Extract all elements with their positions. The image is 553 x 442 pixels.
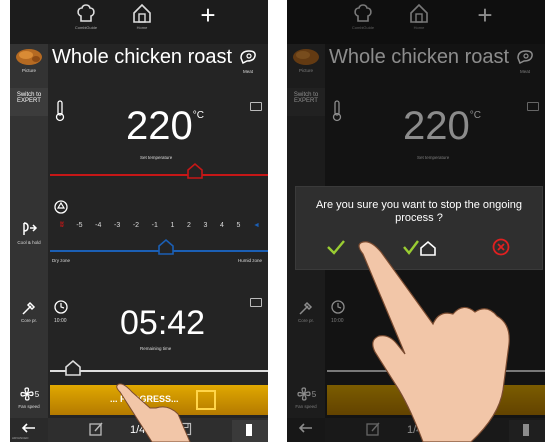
drop-icon <box>54 200 68 214</box>
oven-screen-confirm: CombiGuide Home + Picture Switch to EXPE… <box>287 0 545 442</box>
chef-hat-icon <box>77 4 95 22</box>
scale-tick: -1 <box>151 222 158 229</box>
fan-speed-button[interactable]: 5 Fan speed <box>10 386 48 416</box>
home-label: Home <box>136 25 148 30</box>
timer-slider-handle[interactable] <box>64 359 82 377</box>
dialog-message: Are you sure you want to stop the ongoin… <box>315 199 523 224</box>
scale-tick: -2 <box>132 222 140 229</box>
bookmark-icon <box>246 424 252 436</box>
home-icon <box>133 3 151 23</box>
humid-icon: ◄ <box>252 222 260 229</box>
fan-icon <box>20 387 34 401</box>
dry-icon: ʬ <box>60 222 64 229</box>
fan-speed-label: Fan speed <box>18 404 40 409</box>
home-button[interactable]: Home <box>122 2 162 42</box>
add-button[interactable]: + <box>188 2 228 42</box>
meat-label: Meat <box>242 69 253 74</box>
scale-tick: -3 <box>114 222 121 229</box>
fan-speed-value: 5 <box>34 389 40 399</box>
picture-label: Picture <box>21 68 36 73</box>
keyboard-icon[interactable] <box>250 298 262 307</box>
thermometer-icon <box>55 100 65 122</box>
scale-tick: 5 <box>236 222 241 229</box>
start-time: 10:00 <box>54 318 67 324</box>
humidity-scale: ʬ -5 -4 -3 -2 -1 1 2 3 4 5 ◄ <box>60 222 260 229</box>
meat-button[interactable]: Meat <box>232 48 264 88</box>
hand-pointer-icon <box>116 383 191 442</box>
temperature-slider-track[interactable] <box>50 174 268 176</box>
bookmark-button[interactable] <box>232 420 268 442</box>
clock-icon <box>54 300 68 314</box>
hand-pointer-icon <box>358 241 510 442</box>
scale-tick: -4 <box>95 222 102 229</box>
edit-icon[interactable] <box>88 421 104 437</box>
top-nav: CombiGuide Home + <box>10 0 268 44</box>
recipe-title: Whole chicken roast <box>52 46 233 68</box>
picture-button[interactable]: Picture <box>10 46 48 82</box>
scale-tick: 4 <box>219 222 224 229</box>
combi-guide-button[interactable]: CombiGuide <box>66 2 106 42</box>
scale-tick: 1 <box>170 222 175 229</box>
timer-value[interactable]: 05:42 <box>120 304 205 343</box>
switch-expert-label: Switch to EXPERT <box>16 92 42 104</box>
core-probe-button[interactable]: Core pr. <box>10 300 48 330</box>
temperature-unit: °C <box>192 110 204 121</box>
scale-tick: 2 <box>186 222 191 229</box>
cool-hold-icon <box>23 222 38 235</box>
dry-zone-label: Dry zone <box>52 258 71 263</box>
oven-screen-main: CombiGuide Home + Picture Switch to EXPE… <box>10 0 268 442</box>
humidity-slider-handle[interactable] <box>157 238 175 256</box>
back-button[interactable]: ADVANCED <box>10 418 48 442</box>
scale-tick: -5 <box>76 222 83 229</box>
meat-icon <box>240 50 256 65</box>
temperature-display[interactable]: 220 °C <box>126 104 204 149</box>
back-arrow-icon <box>21 423 35 433</box>
cool-hold-label: Cool & hold <box>17 240 41 245</box>
set-temperature-label: Set temperature <box>140 155 173 160</box>
plus-icon: + <box>200 0 216 30</box>
chicken-picture <box>16 49 42 65</box>
humid-zone-label: Humid zone <box>238 258 263 263</box>
keyboard-icon[interactable] <box>250 102 262 111</box>
combi-guide-label: CombiGuide <box>74 25 98 30</box>
core-probe-icon <box>22 301 36 315</box>
timer-slider-track[interactable] <box>50 370 268 372</box>
switch-expert-button[interactable]: Switch to EXPERT <box>10 88 48 116</box>
advanced-label: ADVANCED <box>12 436 29 440</box>
scale-tick: 3 <box>203 222 208 229</box>
cool-hold-button[interactable]: Cool & hold <box>10 220 48 252</box>
temperature-value: 220 <box>126 104 193 148</box>
remaining-time-label: Remaining time <box>140 346 172 351</box>
core-probe-label: Core pr. <box>20 318 37 323</box>
temperature-slider-handle[interactable] <box>186 162 204 180</box>
